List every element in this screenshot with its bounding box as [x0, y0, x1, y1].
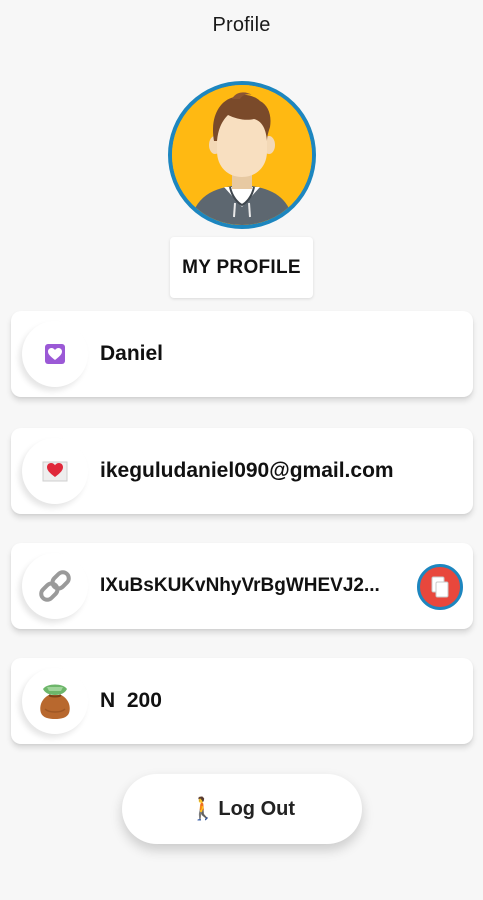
my-profile-button[interactable]: MY PROFILE — [170, 237, 313, 298]
heart-letter-icon — [42, 461, 68, 482]
key-value: IXuBsKUKvNhyVrBgWHEVJ2... — [100, 575, 380, 596]
key-card: IXuBsKUKvNhyVrBgWHEVJ2... — [11, 543, 473, 629]
avatar[interactable] — [168, 81, 316, 229]
logout-label: Log Out — [218, 797, 296, 820]
person-walking-icon: 🚶 — [188, 796, 217, 821]
name-value: Daniel — [100, 342, 164, 365]
balance-card: N 200 — [11, 658, 473, 744]
copy-icon — [431, 576, 449, 598]
money-bag-icon — [40, 684, 70, 719]
email-icon-badge — [22, 438, 88, 504]
balance-value: N 200 — [100, 689, 162, 712]
name-card: Daniel — [11, 311, 473, 397]
logout-button[interactable]: 🚶 Log Out — [122, 774, 362, 844]
page-title: Profile — [212, 13, 271, 36]
link-icon — [39, 570, 71, 602]
key-icon-badge — [22, 553, 88, 619]
purple-heart-icon — [45, 344, 65, 364]
name-icon-badge — [22, 321, 88, 387]
avatar-illustration — [172, 85, 312, 225]
top-bar: Profile — [0, 0, 483, 50]
balance-icon-badge — [22, 668, 88, 734]
copy-button[interactable] — [417, 564, 463, 610]
email-value: ikeguludaniel090@gmail.com — [100, 459, 394, 482]
email-card: ikeguludaniel090@gmail.com — [11, 428, 473, 514]
